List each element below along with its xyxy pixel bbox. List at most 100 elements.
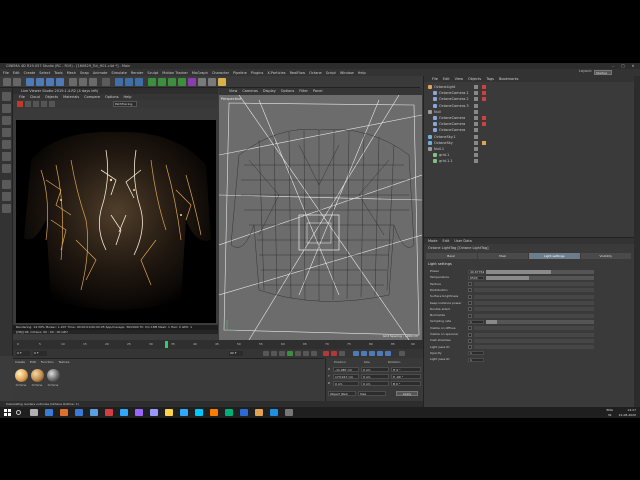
move-icon[interactable] — [36, 78, 44, 86]
visibility-dots-icon[interactable] — [474, 140, 478, 145]
playhead[interactable] — [165, 341, 168, 348]
attr-menu-mode[interactable]: Mode — [428, 238, 438, 244]
om-menu-file[interactable]: File — [432, 76, 438, 82]
object-tag-icon[interactable] — [482, 116, 486, 120]
menu-animate[interactable]: Animate — [93, 71, 108, 75]
start-frame-field[interactable]: 0 F — [33, 351, 47, 356]
visibility-dots-icon[interactable] — [474, 85, 478, 89]
cube-icon[interactable] — [148, 78, 156, 86]
make-editable-icon[interactable] — [2, 92, 11, 101]
taskbar-app-icon[interactable] — [195, 409, 203, 416]
taskbar-app-icon[interactable] — [75, 409, 83, 416]
position-y-field[interactable]: 173.917 cm — [333, 374, 359, 379]
visibility-dots-icon[interactable] — [474, 122, 478, 127]
layout-dropdown[interactable]: Startup — [594, 70, 612, 75]
pause-render-icon[interactable] — [33, 101, 39, 107]
attribute-link-field[interactable] — [474, 338, 594, 343]
visibility-dots-icon[interactable] — [474, 147, 478, 151]
object-tag-icon[interactable] — [482, 140, 486, 145]
search-icon[interactable] — [16, 410, 21, 415]
attribute-link-field[interactable] — [474, 313, 594, 318]
go-to-start-icon[interactable] — [263, 351, 269, 356]
render-canvas[interactable] — [16, 120, 216, 323]
menu-snap[interactable]: Snap — [80, 71, 89, 75]
visibility-dots-icon[interactable] — [474, 103, 478, 108]
menu-octane[interactable]: Octane — [309, 71, 322, 75]
tab-main[interactable]: Main — [477, 253, 528, 259]
position-z-field[interactable]: 0 cm — [333, 381, 359, 386]
attribute-value-field[interactable]: 6500 — [468, 275, 484, 280]
object-row[interactable]: OctaneCamera.1 — [424, 90, 634, 96]
object-row[interactable]: OctaneCamera.2 — [424, 96, 634, 102]
redo-icon[interactable] — [13, 78, 21, 86]
attribute-slider[interactable] — [486, 269, 594, 274]
taskbar-app-icon[interactable] — [225, 409, 233, 416]
render-settings-icon[interactable] — [135, 78, 143, 86]
attribute-checkbox[interactable] — [468, 345, 472, 350]
visibility-dots-icon[interactable] — [474, 134, 478, 139]
coordinate-system-icon[interactable] — [102, 78, 110, 86]
menu-create[interactable]: Create — [24, 71, 36, 75]
menu-sculpt[interactable]: Sculpt — [147, 71, 158, 75]
rotation-key-icon[interactable] — [369, 351, 375, 356]
axis-x-icon[interactable] — [69, 78, 77, 86]
vp-menu-view[interactable]: View — [229, 88, 237, 95]
send-scene-icon[interactable] — [17, 101, 23, 107]
polygons-mode-icon[interactable] — [2, 164, 11, 173]
previous-frame-icon[interactable] — [279, 351, 285, 356]
taskbar-app-icon[interactable] — [240, 409, 248, 416]
attribute-link-field[interactable] — [474, 294, 594, 299]
scale-icon[interactable] — [46, 78, 54, 86]
material-swatch[interactable] — [15, 369, 28, 382]
coord-mode-dropdown[interactable]: Object (Rel) — [328, 391, 356, 396]
menu-help[interactable]: Help — [358, 71, 366, 75]
object-row[interactable]: Null — [424, 109, 634, 115]
subdivision-icon[interactable] — [168, 78, 176, 86]
perspective-viewport[interactable]: Perspective Grid Spacing : 1000 cm — [219, 95, 422, 340]
attribute-value-field[interactable]: 1 — [468, 319, 484, 324]
visibility-dots-icon[interactable] — [474, 128, 478, 133]
menu-x-particles[interactable]: X-Particles — [267, 71, 285, 75]
rotation-h-field[interactable]: H 0 ° — [391, 367, 421, 372]
clock[interactable]: 14:27 21-08-2020 — [619, 408, 636, 417]
keyframe-selection-icon[interactable] — [339, 351, 345, 356]
render-view-icon[interactable] — [115, 78, 123, 86]
size-z-field[interactable]: 0 cm — [361, 381, 389, 386]
om-menu-edit[interactable]: Edit — [443, 76, 450, 82]
end-frame-field[interactable]: 90 F — [229, 351, 243, 356]
menu-file[interactable]: File — [3, 71, 9, 75]
undo-icon[interactable] — [3, 78, 11, 86]
light-icon[interactable] — [218, 78, 226, 86]
attribute-checkbox[interactable] — [468, 326, 472, 331]
current-frame-field[interactable]: 0 F — [16, 351, 30, 356]
previous-key-icon[interactable] — [271, 351, 277, 356]
attribute-value-field[interactable]: 1 — [468, 357, 484, 362]
workplane-icon[interactable] — [2, 128, 11, 137]
size-mode-dropdown[interactable]: Size — [358, 391, 386, 396]
object-tag-icon[interactable] — [482, 97, 486, 102]
mat-menu-texture[interactable]: Texture — [59, 360, 70, 364]
object-row[interactable]: Null.1 — [424, 146, 634, 152]
om-menu-tags[interactable]: Tags — [486, 76, 494, 82]
mat-menu-function[interactable]: Function — [41, 360, 54, 364]
object-row[interactable]: OctaneCamera — [424, 127, 634, 133]
apply-button[interactable]: Apply — [396, 391, 418, 396]
object-row[interactable]: grid.1 — [424, 152, 634, 158]
next-frame-icon[interactable] — [295, 351, 301, 356]
visibility-dots-icon[interactable] — [474, 97, 478, 102]
solo-icon[interactable] — [2, 180, 11, 189]
menu-pipeline[interactable]: Pipeline — [233, 71, 247, 75]
attribute-slider[interactable] — [486, 319, 594, 324]
attribute-checkbox[interactable] — [468, 313, 472, 318]
next-key-icon[interactable] — [303, 351, 309, 356]
axis-y-icon[interactable] — [79, 78, 87, 86]
object-row[interactable]: OctaneCamera — [424, 115, 634, 121]
size-y-field[interactable]: 0 cm — [361, 374, 389, 379]
taskbar-app-icon[interactable] — [90, 409, 98, 416]
taskbar-app-icon[interactable] — [45, 409, 53, 416]
taskbar-app-icon[interactable] — [210, 409, 218, 416]
deformer-icon[interactable] — [188, 78, 196, 86]
tab-basic[interactable]: Basic — [426, 253, 477, 259]
menu-simulate[interactable]: Simulate — [111, 71, 126, 75]
attribute-link-field[interactable] — [474, 301, 594, 305]
